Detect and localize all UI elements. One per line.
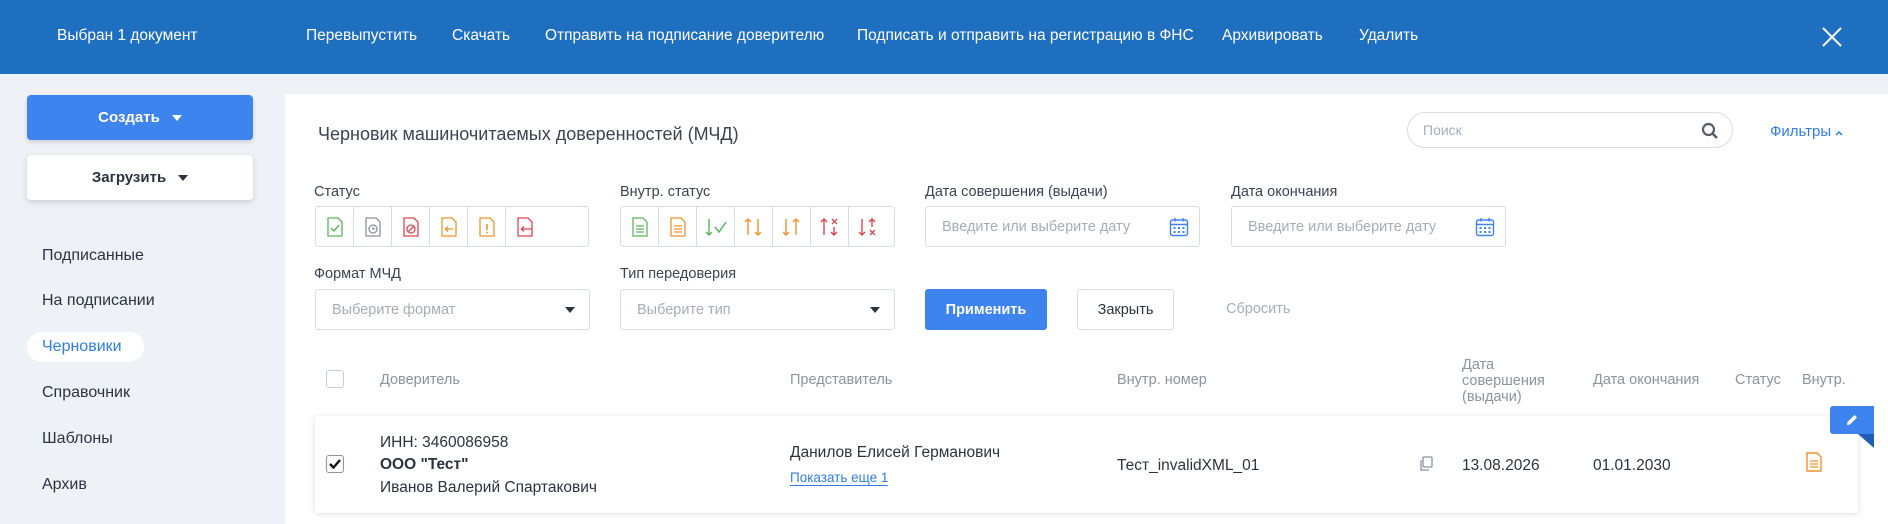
date-end-input[interactable]: Введите или выберите дату xyxy=(1231,206,1506,247)
select-all-checkbox[interactable] xyxy=(326,370,344,388)
col-status[interactable]: Статус xyxy=(1735,372,1781,388)
reset-button[interactable]: Сбросить xyxy=(1226,301,1290,317)
reissue-action[interactable]: Перевыпустить xyxy=(306,27,417,45)
date-end-placeholder: Введите или выберите дату xyxy=(1248,219,1437,235)
send-to-principal-action[interactable]: Отправить на подписание доверителю xyxy=(545,27,824,45)
col-inner[interactable]: Внутр. xyxy=(1802,372,1846,388)
filters-label: Фильтры xyxy=(1770,123,1832,140)
sidebar-item-directory[interactable]: Справочник xyxy=(42,384,130,402)
inner-status-up-icon[interactable] xyxy=(773,207,811,246)
format-filter-label: Формат МЧД xyxy=(314,266,401,282)
sign-and-send-fns-action[interactable]: Подписать и отправить на регистрацию в Ф… xyxy=(857,27,1194,45)
sidebar-item-templates[interactable]: Шаблоны xyxy=(42,430,113,448)
status-pending-icon[interactable] xyxy=(354,207,392,246)
inner-status-doc-green-icon[interactable] xyxy=(621,207,659,246)
date-issue-placeholder: Введите или выберите дату xyxy=(942,219,1131,235)
page-title: Черновик машиночитаемых доверенностей (М… xyxy=(318,124,739,144)
pencil-icon xyxy=(1847,415,1857,425)
search-input[interactable]: Поиск xyxy=(1407,112,1733,148)
col-date-issue[interactable]: Дата совершения (выдачи) xyxy=(1462,357,1562,405)
show-more-link[interactable]: Показать еще 1 xyxy=(790,470,889,486)
principal-org: ООО "Тест" xyxy=(380,456,469,473)
status-rejected-icon[interactable] xyxy=(506,207,544,246)
type-filter-label: Тип передоверия xyxy=(620,266,737,282)
sidebar-item-drafts[interactable]: Черновики xyxy=(27,332,144,362)
create-button-label: Создать xyxy=(98,109,160,126)
calendar-icon[interactable] xyxy=(1169,217,1189,237)
type-placeholder: Выберите тип xyxy=(637,302,731,318)
upload-button-label: Загрузить xyxy=(91,169,167,186)
sidebar-item-signed[interactable]: Подписанные xyxy=(42,247,144,265)
inner-status-cancel-down-icon[interactable] xyxy=(811,207,849,246)
chevron-down-icon xyxy=(565,307,575,313)
col-date-end[interactable]: Дата окончания xyxy=(1593,372,1699,388)
inner-status-check-icon[interactable] xyxy=(697,207,735,246)
close-filters-button[interactable]: Закрыть xyxy=(1077,289,1174,330)
status-revoked-icon[interactable] xyxy=(392,207,430,246)
date-end-value: 01.01.2030 xyxy=(1593,457,1671,474)
filters-toggle[interactable]: Фильтры xyxy=(1770,123,1843,140)
edit-tab-fold xyxy=(1858,434,1874,448)
draft-document-icon[interactable] xyxy=(1806,452,1822,472)
date-issue-input[interactable]: Введите или выберите дату xyxy=(925,206,1200,247)
sidebar-item-archive[interactable]: Архив xyxy=(42,476,87,494)
status-returned-icon[interactable] xyxy=(430,207,468,246)
chevron-up-icon xyxy=(1835,130,1843,136)
selected-count: Выбран 1 документ xyxy=(57,27,198,44)
col-principal[interactable]: Доверитель xyxy=(380,372,460,388)
date-issue-filter-label: Дата совершения (выдачи) xyxy=(925,184,1108,200)
col-representative[interactable]: Представитель xyxy=(790,372,892,388)
close-icon[interactable] xyxy=(1820,25,1844,49)
status-filter-label: Статус xyxy=(314,184,360,200)
type-select[interactable]: Выберите тип xyxy=(620,289,895,330)
chevron-down-icon xyxy=(870,307,880,313)
sidebar-item-on-signing[interactable]: На подписании xyxy=(42,292,155,310)
format-placeholder: Выберите формат xyxy=(332,302,456,318)
chevron-down-icon xyxy=(171,114,182,121)
search-icon[interactable] xyxy=(1701,122,1719,140)
copy-icon[interactable] xyxy=(1419,456,1434,472)
upload-button[interactable]: Загрузить xyxy=(27,155,253,200)
status-signed-icon[interactable] xyxy=(316,207,354,246)
date-issue-value: 13.08.2026 xyxy=(1462,457,1540,474)
principal-inn: ИНН: 3460086958 xyxy=(380,434,509,451)
sidebar-item-label: Черновики xyxy=(42,338,122,355)
inner-status-filter-group xyxy=(620,206,895,247)
edit-button[interactable] xyxy=(1830,406,1874,434)
search-placeholder: Поиск xyxy=(1423,122,1462,138)
apply-button[interactable]: Применить xyxy=(925,289,1047,330)
principal-person: Иванов Валерий Спартакович xyxy=(380,479,597,496)
date-end-filter-label: Дата окончания xyxy=(1231,184,1338,200)
calendar-icon[interactable] xyxy=(1475,217,1495,237)
create-button[interactable]: Создать xyxy=(27,95,253,140)
format-select[interactable]: Выберите формат xyxy=(315,289,590,330)
inner-status-cancel-up-icon[interactable] xyxy=(849,207,887,246)
chevron-down-icon xyxy=(178,174,189,181)
inner-status-filter-label: Внутр. статус xyxy=(620,184,711,200)
row-checkbox[interactable] xyxy=(326,455,344,473)
inner-number: Тест_invalidXML_01 xyxy=(1117,457,1260,474)
status-warning-icon[interactable] xyxy=(468,207,506,246)
inner-status-doc-orange-icon[interactable] xyxy=(659,207,697,246)
archive-action[interactable]: Архивировать xyxy=(1222,27,1323,45)
representative-name: Данилов Елисей Германович xyxy=(790,444,1001,461)
selection-toolbar: Выбран 1 документ Перевыпустить Скачать … xyxy=(0,0,1888,74)
status-filter-group xyxy=(315,206,589,247)
delete-action[interactable]: Удалить xyxy=(1359,27,1418,45)
checkmark-icon xyxy=(329,459,341,470)
inner-status-exchange-icon[interactable] xyxy=(735,207,773,246)
download-action[interactable]: Скачать xyxy=(452,27,510,45)
col-inner-number[interactable]: Внутр. номер xyxy=(1117,372,1207,388)
